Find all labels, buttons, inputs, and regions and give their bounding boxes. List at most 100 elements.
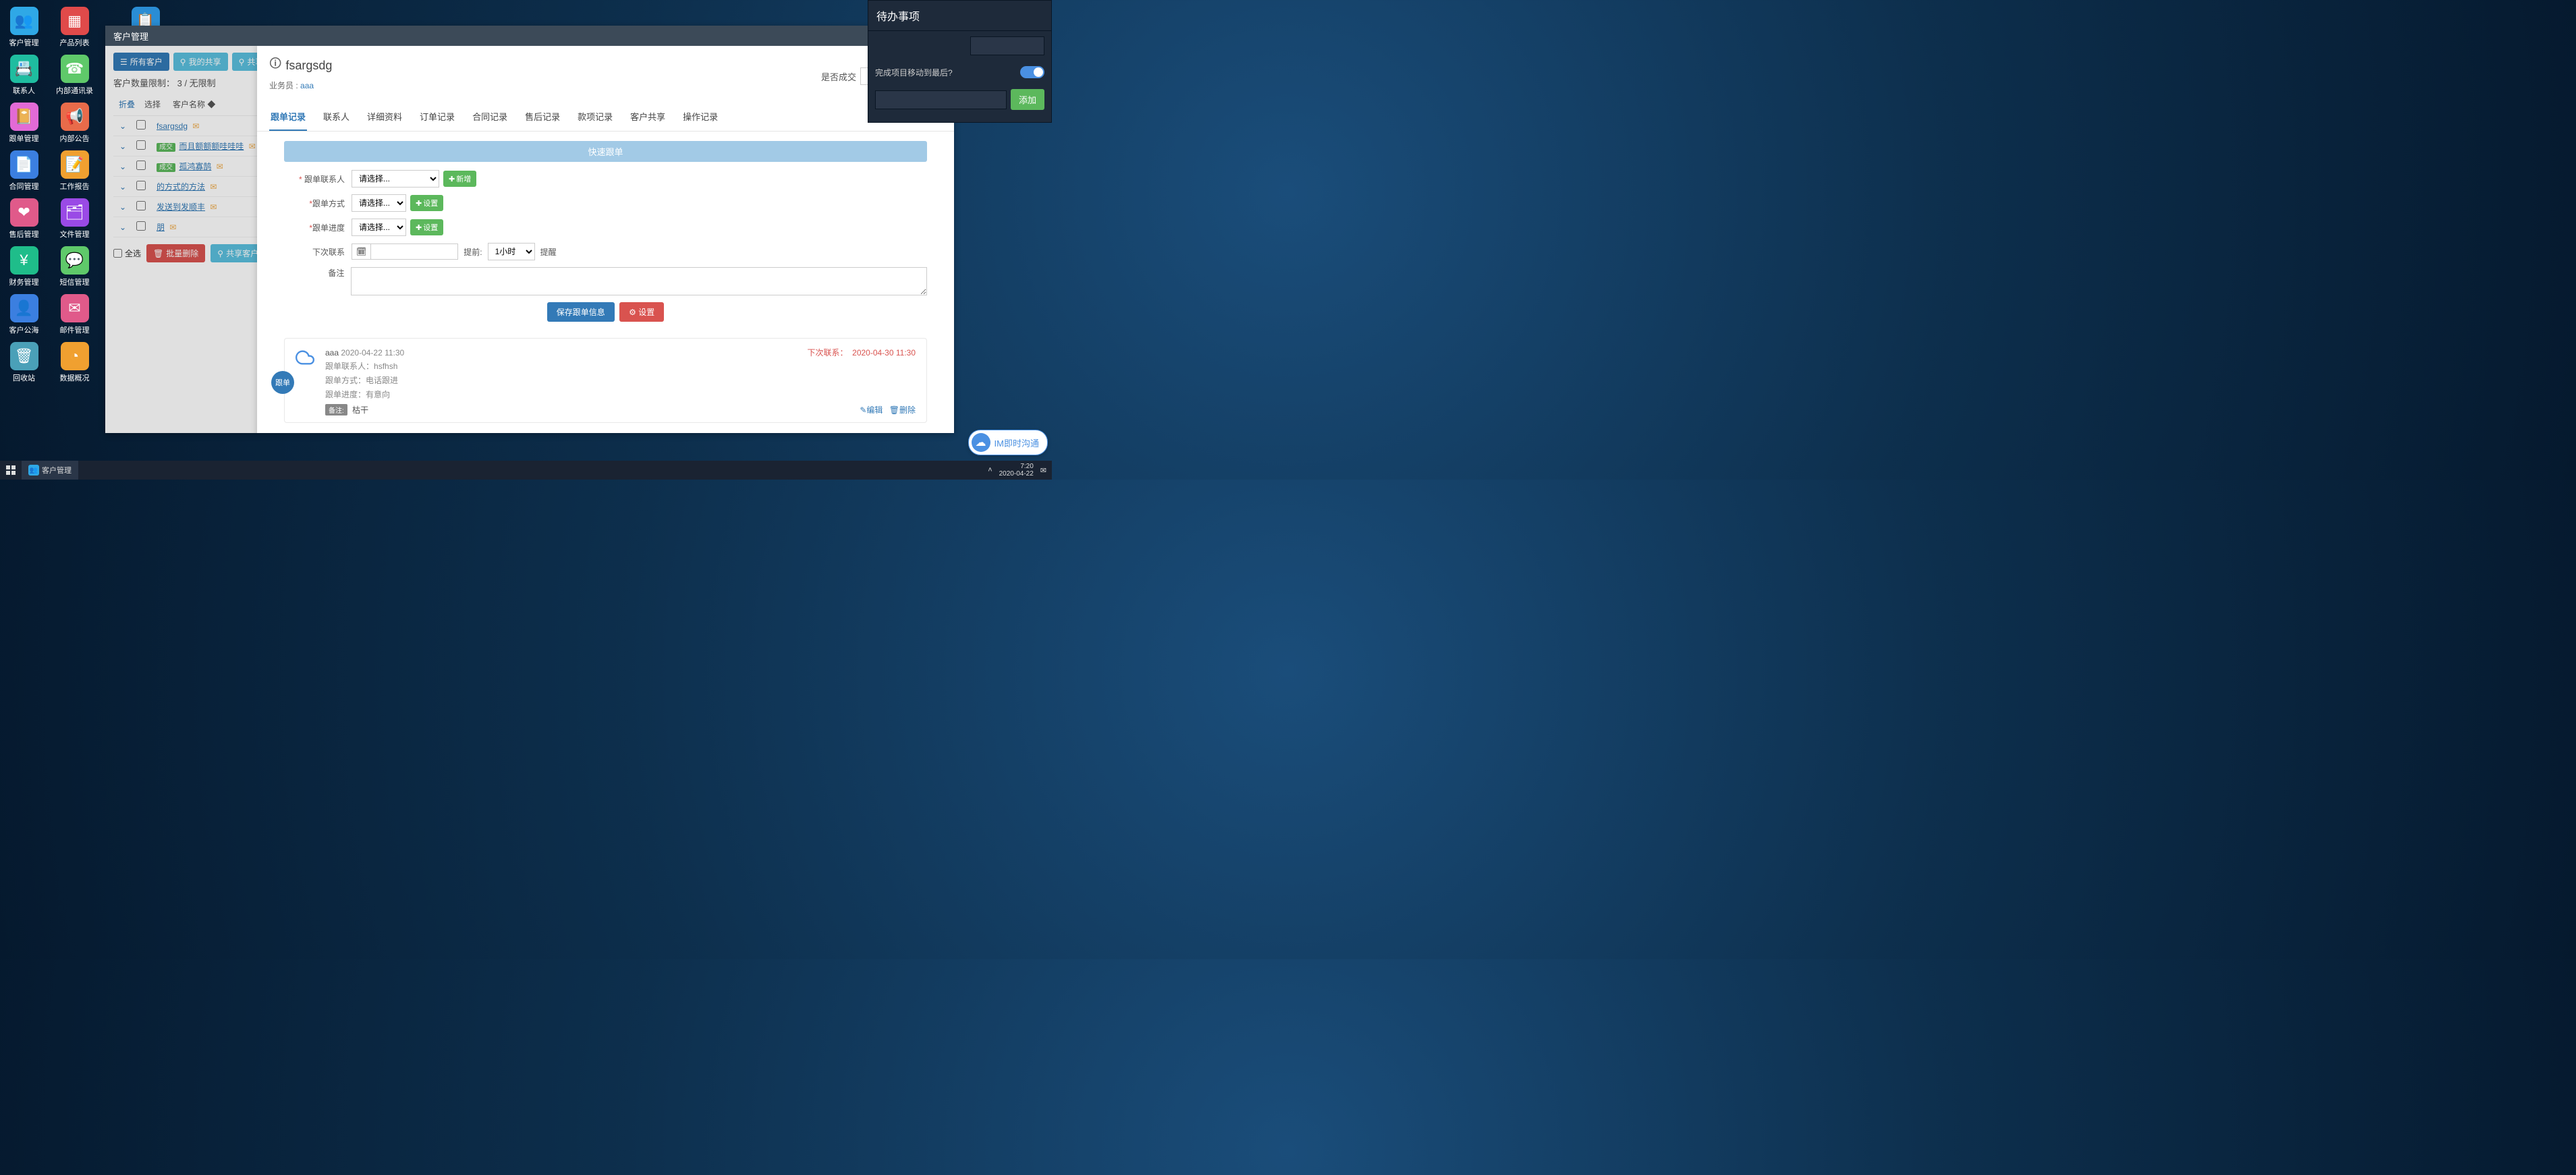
delete-link[interactable]: 🗑删除 (889, 405, 916, 415)
app-label: 产品列表 (60, 37, 90, 48)
app-icon: ✉ (61, 294, 89, 322)
trash-icon: 🗑 (889, 405, 899, 415)
desktop-icon-内部通讯录[interactable]: ☎ 内部通讯录 (56, 53, 93, 98)
progress-select[interactable]: 请选择... (352, 219, 406, 236)
app-label: 回收站 (13, 372, 35, 383)
remind-hours-select[interactable]: 1小时 (488, 243, 535, 260)
start-button[interactable] (0, 461, 22, 480)
todo-add-button[interactable]: 添加 (1011, 89, 1044, 110)
desktop-icon-财务管理[interactable]: ¥财务管理 (5, 245, 43, 290)
edit-icon: ✎ (860, 405, 866, 415)
save-followup-button[interactable]: 保存跟单信息 (547, 302, 615, 322)
plus-icon: ✚ (449, 175, 455, 183)
app-icon: 📝 (61, 150, 89, 179)
desktop-icon-联系人[interactable]: 📇 联系人 (5, 53, 43, 98)
desktop-icon-文件管理[interactable]: 🗂文件管理 (56, 197, 93, 242)
taskbar: 👥 客户管理 ˄ 7:20 2020-04-22 ✉ (0, 461, 1052, 480)
app-icon: 👥 (10, 7, 38, 35)
app-icon: ◔ (61, 342, 89, 370)
before-label: 提前: (464, 246, 482, 258)
desktop-icon-合同管理[interactable]: 📄 合同管理 (5, 149, 43, 194)
desktop-icon-售后管理[interactable]: ❤售后管理 (5, 197, 43, 242)
app-icon: 🗑 (10, 342, 38, 370)
app-label: 客户管理 (9, 37, 39, 48)
method-select[interactable]: 请选择... (352, 194, 406, 212)
tab-联系人[interactable]: 联系人 (322, 103, 351, 131)
next-contact-date-input[interactable] (370, 243, 458, 260)
tab-操作记录[interactable]: 操作记录 (681, 103, 719, 131)
cloud-avatar-icon (294, 347, 316, 368)
app-icon: ▦ (61, 7, 89, 35)
info-icon: 🛈 (269, 55, 281, 76)
taskbar-item-customer[interactable]: 👥 客户管理 (22, 461, 78, 480)
window-title: 客户管理 (113, 30, 148, 42)
taskbar-app-icon: 👥 (28, 465, 39, 476)
plus-icon: ✚ (416, 223, 422, 232)
history-user: aaa (325, 348, 339, 357)
move-completed-label: 完成项目移动到最后? (875, 67, 1016, 78)
move-completed-switch[interactable] (1020, 66, 1044, 78)
app-label: 数据概况 (60, 372, 90, 383)
form-settings-button[interactable]: ⚙ 设置 (619, 302, 664, 322)
app-label: 工作报告 (60, 181, 90, 192)
customer-detail-modal: ✕ 🛈 fsargsdg 业务员 : aaa 是否成交 否 跟单记录 (257, 46, 954, 433)
tab-跟单记录[interactable]: 跟单记录 (269, 103, 307, 131)
remind-label: 提醒 (540, 246, 557, 258)
app-icon: 📔 (10, 103, 38, 131)
app-icon: ❤ (10, 198, 38, 227)
tab-详细资料[interactable]: 详细资料 (366, 103, 403, 131)
todo-text-input[interactable] (875, 90, 1007, 109)
contact-select[interactable]: 请选择... (352, 170, 439, 188)
desktop-icon-产品列表[interactable]: ▦ 产品列表 (56, 5, 93, 51)
method-settings-button[interactable]: ✚设置 (410, 195, 443, 211)
desktop-icon-客户公海[interactable]: 👤客户公海 (5, 293, 43, 338)
tray-mail-icon[interactable]: ✉ (1040, 466, 1046, 475)
todo-title: 待办事项 (868, 1, 1051, 31)
taskbar-clock[interactable]: 7:20 2020-04-22 (999, 463, 1034, 478)
desktop-icon-邮件管理[interactable]: ✉邮件管理 (56, 293, 93, 338)
tab-客户共享[interactable]: 客户共享 (629, 103, 667, 131)
app-label: 文件管理 (60, 229, 90, 239)
desktop-icon-回收站[interactable]: 🗑 回收站 (5, 341, 43, 386)
tab-订单记录[interactable]: 订单记录 (418, 103, 456, 131)
todo-filter-input[interactable] (970, 36, 1044, 55)
desktop-icon-客户管理[interactable]: 👥 客户管理 (5, 5, 43, 51)
desktop-icon-跟单管理[interactable]: 📔跟单管理 (5, 101, 43, 146)
im-float-button[interactable]: ☁ IM即时沟通 (968, 430, 1048, 455)
tab-款项记录[interactable]: 款项记录 (576, 103, 614, 131)
app-icon: 💬 (61, 246, 89, 275)
desktop-icon-短信管理[interactable]: 💬 短信管理 (56, 245, 93, 290)
tab-售后记录[interactable]: 售后记录 (524, 103, 561, 131)
app-label: 内部公告 (60, 133, 90, 144)
tab-合同记录[interactable]: 合同记录 (471, 103, 509, 131)
desktop-icon-工作报告[interactable]: 📝 工作报告 (56, 149, 93, 194)
remark-textarea[interactable] (351, 267, 927, 295)
tray-up-icon[interactable]: ˄ (988, 466, 992, 474)
edit-link[interactable]: ✎编辑 (860, 405, 883, 415)
gear-icon: ⚙ (629, 308, 636, 317)
app-label: 客户公海 (9, 324, 39, 335)
followup-badge: 跟单 (271, 371, 294, 394)
history-time: 2020-04-22 11:30 (341, 348, 404, 357)
app-icon: 📄 (10, 150, 38, 179)
customer-mgmt-window: 客户管理 — ▢ ✕ ☰所有客户 ⚲我的共享 ⚲共享给 客户数量限制： 3 / … (105, 26, 954, 433)
cloud-icon: ☁ (972, 433, 990, 452)
next-contact-display: 下次联系： 2020-04-30 11:30 (807, 347, 916, 358)
app-icon: ☎ (61, 55, 89, 83)
deal-label: 是否成交 (821, 70, 856, 83)
window-titlebar[interactable]: 客户管理 — ▢ ✕ (105, 26, 954, 46)
im-label: IM即时沟通 (995, 436, 1039, 449)
new-contact-button[interactable]: ✚新增 (443, 171, 476, 187)
app-label: 合同管理 (9, 181, 39, 192)
quick-follow-bar[interactable]: 快速跟单 (284, 141, 927, 162)
followup-history-entry: 跟单 下次联系： 2020-04-30 11:30 aaa 2020-04-22… (284, 338, 927, 423)
desktop-icon-内部公告[interactable]: 📢 内部公告 (56, 101, 93, 146)
app-icon: 📢 (61, 103, 89, 131)
desktop-icon-数据概况[interactable]: ◔ 数据概况 (56, 341, 93, 386)
app-icon: 📇 (10, 55, 38, 83)
progress-settings-button[interactable]: ✚设置 (410, 219, 443, 235)
app-label: 内部通讯录 (56, 85, 93, 96)
salesperson-link[interactable]: aaa (300, 81, 314, 90)
app-label: 联系人 (13, 85, 35, 96)
app-label: 短信管理 (60, 277, 90, 287)
